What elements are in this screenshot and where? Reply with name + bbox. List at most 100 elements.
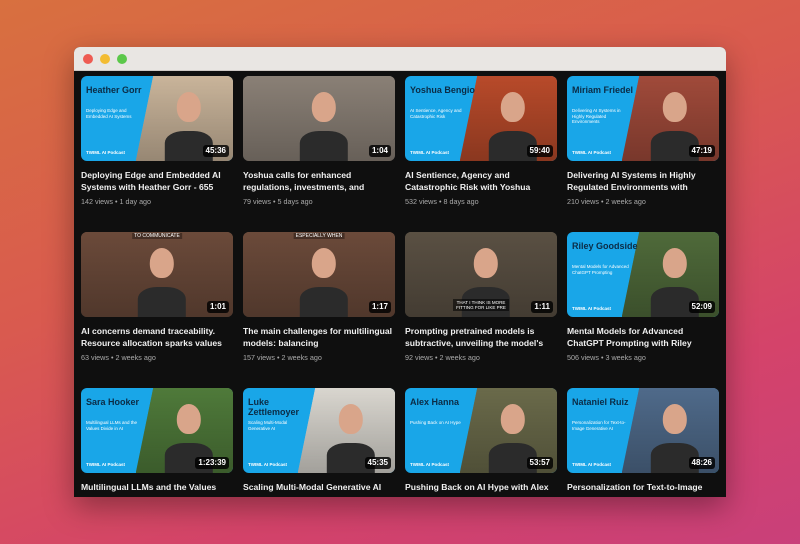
video-meta: 142 views • 1 day ago: [81, 197, 233, 206]
guest-name: Nataniel Ruiz: [572, 397, 629, 407]
video-title[interactable]: Multilingual LLMs and the Values: [81, 481, 231, 497]
podcast-brand: TWIML AI Podcast: [572, 150, 612, 155]
video-duration: 52:09: [688, 301, 715, 313]
upload-age: 8 days ago: [443, 197, 479, 206]
person-head: [177, 404, 202, 434]
episode-topic: Deploying Edge and Embedded AI Systems: [86, 108, 132, 119]
video-meta: 210 views • 2 weeks ago: [567, 197, 719, 206]
video-title[interactable]: Mental Models for Advanced ChatGPT Promp…: [567, 325, 717, 349]
video-title[interactable]: Pushing Back on AI Hype with Alex: [405, 481, 555, 497]
podcast-brand: TWIML AI Podcast: [86, 462, 126, 467]
podcast-brand: TWIML AI Podcast: [572, 306, 612, 311]
upload-age: 1 day ago: [119, 197, 152, 206]
episode-topic: Multilingual LLMs and the Values Divide …: [86, 420, 138, 431]
view-count: 92 views: [405, 353, 433, 362]
video-title[interactable]: Delivering AI Systems in Highly Regulate…: [567, 169, 717, 193]
guest-name: Riley Goodside: [572, 241, 638, 251]
upload-age: 2 weeks ago: [281, 353, 322, 362]
video-card[interactable]: Sara Hooker Multilingual LLMs and the Val…: [81, 388, 233, 497]
person-body: [299, 287, 348, 317]
view-count: 79 views: [243, 197, 271, 206]
view-count: 63 views: [81, 353, 109, 362]
video-thumbnail[interactable]: Riley Goodside Mental Models for Advanced…: [567, 232, 719, 317]
video-duration: 1:23:39: [195, 457, 229, 469]
video-title[interactable]: Deploying Edge and Embedded AI Systems w…: [81, 169, 231, 193]
video-thumbnail[interactable]: Heather Gorr Deploying Edge and Embedded …: [81, 76, 233, 161]
view-count: 506 views: [567, 353, 599, 362]
window-titlebar: [74, 47, 726, 71]
person-head: [311, 248, 336, 278]
video-card[interactable]: Riley Goodside Mental Models for Advanced…: [567, 232, 719, 388]
video-thumbnail[interactable]: 1:04: [243, 76, 395, 161]
video-thumbnail[interactable]: Alex Hanna Pushing Back on AI Hype TWIML A…: [405, 388, 557, 473]
video-card[interactable]: Alex Hanna Pushing Back on AI Hype TWIML A…: [405, 388, 557, 497]
video-duration: 48:26: [688, 457, 715, 469]
video-thumbnail[interactable]: TO COMMUNICATE 1:01: [81, 232, 233, 317]
guest-name: Luke Zettlemoyer: [248, 397, 300, 417]
video-thumbnail[interactable]: Luke Zettlemoyer Scaling Multi-Modal Gene…: [243, 388, 395, 473]
video-meta: 92 views • 2 weeks ago: [405, 353, 557, 362]
guest-name: Heather Gorr: [86, 85, 142, 95]
video-title[interactable]: The main challenges for multilingual mod…: [243, 325, 393, 349]
video-duration: 53:57: [526, 457, 553, 469]
video-card[interactable]: ESPECIALLY WHEN 1:17 The main challenges f…: [243, 232, 395, 388]
video-thumbnail[interactable]: Sara Hooker Multilingual LLMs and the Val…: [81, 388, 233, 473]
video-duration: 1:11: [531, 301, 553, 313]
video-duration: 45:35: [364, 457, 391, 469]
video-card[interactable]: Yoshua Bengio AI Sentience, Agency and Ca…: [405, 76, 557, 232]
video-meta: 79 views • 5 days ago: [243, 197, 395, 206]
podcast-brand: TWIML AI Podcast: [410, 462, 450, 467]
video-card[interactable]: Nataniel Ruiz Personalization for Text-to…: [567, 388, 719, 497]
guest-name: Sara Hooker: [86, 397, 140, 407]
guest-name: Miriam Friedel: [572, 85, 634, 95]
upload-age: 2 weeks ago: [605, 197, 646, 206]
upload-age: 2 weeks ago: [439, 353, 480, 362]
video-card[interactable]: TO COMMUNICATE 1:01 AI concerns demand tra…: [81, 232, 233, 388]
video-card[interactable]: Luke Zettlemoyer Scaling Multi-Modal Gene…: [243, 388, 395, 497]
video-title[interactable]: Scaling Multi-Modal Generative AI: [243, 481, 393, 497]
video-thumbnail[interactable]: THAT I THINK IS MORE FITTING FOR LIKE PR…: [405, 232, 557, 317]
video-title[interactable]: Yoshua calls for enhanced regulations, i…: [243, 169, 393, 193]
video-meta: 157 views • 2 weeks ago: [243, 353, 395, 362]
view-count: 532 views: [405, 197, 437, 206]
video-title[interactable]: AI Sentience, Agency and Catastrophic Ri…: [405, 169, 555, 193]
video-thumbnail[interactable]: Yoshua Bengio AI Sentience, Agency and Ca…: [405, 76, 557, 161]
video-grid: Heather Gorr Deploying Edge and Embedded …: [81, 76, 721, 497]
video-thumbnail[interactable]: Miriam Friedel Delivering AI Systems in H…: [567, 76, 719, 161]
video-duration: 1:17: [368, 301, 391, 313]
person-head: [663, 248, 688, 278]
video-title[interactable]: Prompting pretrained models is subtracti…: [405, 325, 555, 349]
video-thumbnail[interactable]: ESPECIALLY WHEN 1:17: [243, 232, 395, 317]
video-title[interactable]: Personalization for Text-to-Image: [567, 481, 717, 497]
video-duration: 1:04: [368, 145, 391, 157]
person-head: [177, 92, 202, 122]
video-card[interactable]: 1:04 Yoshua calls for enhanced regulation…: [243, 76, 395, 232]
person-head: [501, 404, 526, 434]
video-card[interactable]: THAT I THINK IS MORE FITTING FOR LIKE PR…: [405, 232, 557, 388]
video-duration: 59:40: [526, 145, 553, 157]
close-window-button[interactable]: [83, 53, 93, 64]
video-meta: 532 views • 8 days ago: [405, 197, 557, 206]
person-head: [473, 248, 498, 278]
browser-window: Heather Gorr Deploying Edge and Embedded …: [74, 47, 726, 497]
view-count: 142 views: [81, 197, 113, 206]
person-head: [501, 92, 526, 122]
video-card[interactable]: Miriam Friedel Delivering AI Systems in H…: [567, 76, 719, 232]
person-head: [311, 92, 336, 122]
short-caption: ESPECIALLY WHEN: [293, 233, 345, 239]
video-duration: 47:19: [688, 145, 715, 157]
guest-name: Alex Hanna: [410, 397, 460, 407]
zoom-window-button[interactable]: [117, 53, 127, 64]
person-head: [663, 92, 688, 122]
podcast-brand: TWIML AI Podcast: [86, 150, 126, 155]
video-thumbnail[interactable]: Nataniel Ruiz Personalization for Text-to…: [567, 388, 719, 473]
short-caption: THAT I THINK IS MORE FITTING FOR LIKE PR…: [453, 299, 509, 311]
guest-name: Yoshua Bengio: [410, 85, 475, 95]
minimize-window-button[interactable]: [100, 53, 110, 64]
episode-topic: Delivering AI Systems in Highly Regulate…: [572, 108, 621, 124]
video-card[interactable]: Heather Gorr Deploying Edge and Embedded …: [81, 76, 233, 232]
episode-topic: Personalization for Text-to-Image Genera…: [572, 420, 626, 431]
video-title[interactable]: AI concerns demand traceability. Resourc…: [81, 325, 231, 349]
video-duration: 45:36: [202, 145, 229, 157]
podcast-brand: TWIML AI Podcast: [410, 150, 450, 155]
